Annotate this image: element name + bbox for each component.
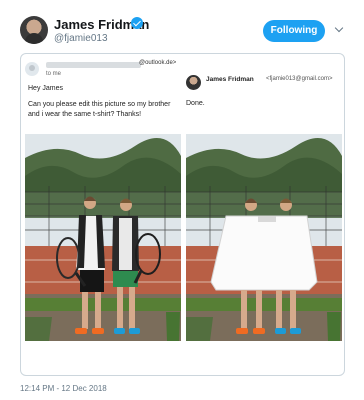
sender-domain: @outlook.de>	[139, 60, 177, 66]
reply-avatar	[186, 75, 201, 90]
email-message: Can you please edit this picture so my b…	[28, 101, 171, 118]
original-photo-image	[25, 134, 181, 341]
tweet-timestamp[interactable]: 12:14 PM - 12 Dec 2018	[20, 384, 107, 393]
reply-email: <fjamie013@gmail.com>	[266, 76, 333, 82]
verified-badge-icon	[131, 17, 143, 29]
following-button[interactable]: Following	[263, 20, 325, 42]
reply-name: James Fridman	[206, 76, 254, 83]
email-reply: James Fridman <fjamie013@gmail.com> Done…	[183, 54, 344, 134]
author-handle[interactable]: @fjamie013	[54, 33, 108, 44]
email-greeting: Hey James	[28, 85, 64, 92]
tweet-header: James Fridman @fjamie013 Following	[0, 0, 364, 56]
edited-photo-image	[186, 134, 342, 341]
original-photo	[25, 134, 181, 341]
email-request: @outlook.de> to me Hey James Can you ple…	[21, 54, 183, 134]
tweet-media-card[interactable]: @outlook.de> to me Hey James Can you ple…	[20, 53, 345, 376]
recipient-label: to me	[46, 71, 62, 77]
author-avatar[interactable]	[20, 16, 48, 44]
reply-text: Done.	[186, 100, 205, 107]
sender-name-redacted	[46, 62, 141, 68]
person-icon	[25, 62, 39, 76]
edited-photo	[186, 134, 342, 341]
chevron-down-icon[interactable]	[333, 24, 345, 36]
